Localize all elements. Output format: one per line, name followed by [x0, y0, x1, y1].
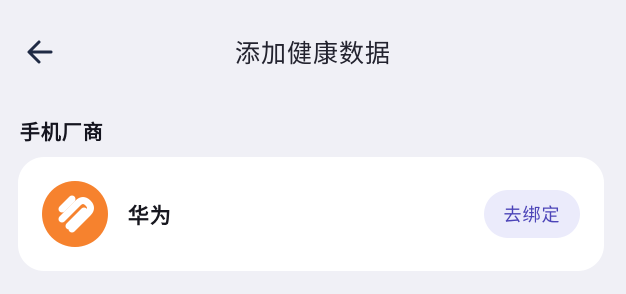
section-title-phone-vendors: 手机厂商: [20, 120, 104, 144]
huawei-health-logo: [42, 181, 108, 247]
vendor-name: 华为: [128, 204, 172, 228]
page-title: 添加健康数据: [234, 39, 391, 68]
add-health-data-page: 添加健康数据 手机厂商 华为 去绑定: [0, 0, 626, 294]
heart-logo-icon: [58, 195, 94, 233]
vendor-card-huawei: 华为 去绑定: [18, 157, 604, 271]
bind-button[interactable]: 去绑定: [484, 190, 580, 238]
top-bar: 添加健康数据: [0, 18, 626, 84]
